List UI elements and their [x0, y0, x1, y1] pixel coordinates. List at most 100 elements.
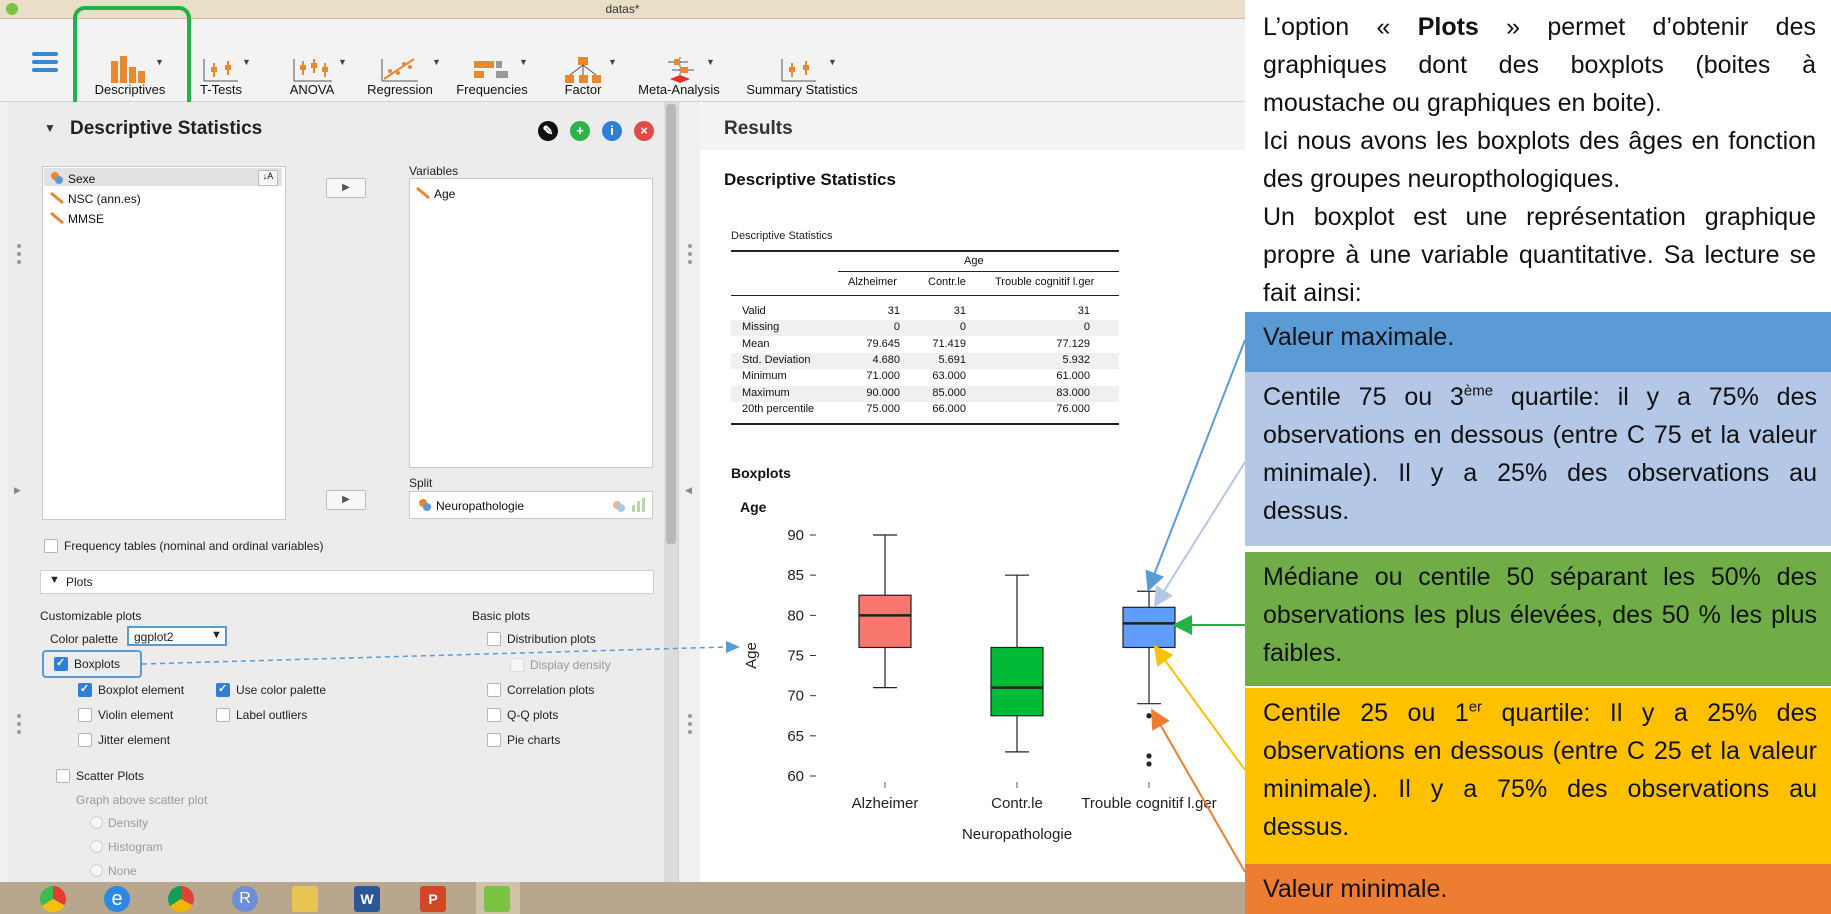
- chrome-like-icon[interactable]: [40, 886, 66, 912]
- y-tick-label: 75: [787, 648, 804, 665]
- move-to-split-button[interactable]: ▶: [326, 490, 366, 510]
- table-cell: 31: [953, 305, 966, 317]
- table-cell: 71.419: [932, 337, 966, 350]
- ribbon-anova[interactable]: ▼ ANOVA: [282, 35, 347, 101]
- frequency-tables-checkbox[interactable]: [44, 539, 58, 553]
- expand-arrow-icon[interactable]: ▶: [14, 485, 21, 496]
- ribbon-regression[interactable]: ▼ Regression: [364, 35, 441, 101]
- histogram-radio-label: Histogram: [108, 840, 163, 854]
- word-icon[interactable]: W: [354, 886, 380, 912]
- variable-item-nsc[interactable]: NSC (ann.es): [50, 191, 141, 206]
- pie-charts-label: Pie charts: [507, 733, 561, 747]
- use-color-palette-label: Use color palette: [236, 683, 327, 697]
- use-color-palette-checkbox[interactable]: [216, 682, 230, 697]
- y-tick-label: 70: [787, 688, 804, 705]
- groups-paragraph: Ici nous avons les boxplots des âges en …: [1263, 127, 1816, 193]
- table-cell: 31: [887, 305, 900, 317]
- file-explorer-icon[interactable]: [292, 886, 318, 912]
- color-palette-select[interactable]: ggplot2 ▼: [127, 626, 227, 646]
- table-cell: 76.000: [1056, 402, 1090, 415]
- color-palette-label: Color palette: [50, 632, 119, 646]
- display-density-checkbox[interactable]: [510, 658, 524, 672]
- scatter-plots-checkbox[interactable]: [56, 769, 70, 783]
- variable-item-mmse[interactable]: MMSE: [50, 211, 104, 226]
- violin-element-checkbox[interactable]: [78, 708, 92, 722]
- boxplot-element-checkbox[interactable]: [78, 682, 92, 697]
- none-radio-label: None: [108, 864, 137, 878]
- display-density-label: Display density: [530, 658, 611, 672]
- table-bottom-rule: [731, 423, 1119, 426]
- distribution-plots-label: Distribution plots: [507, 632, 596, 646]
- density-radio-label: Density: [108, 816, 149, 830]
- qq-plots-checkbox[interactable]: [487, 708, 501, 722]
- violin-element-label: Violin element: [98, 708, 174, 722]
- powerpoint-icon[interactable]: P: [420, 886, 446, 912]
- descriptives-highlight-frame: [73, 6, 191, 114]
- collapse-triangle-icon[interactable]: ▼: [44, 121, 56, 135]
- table-cell: 31: [1077, 305, 1090, 317]
- collapse-arrow-icon[interactable]: ◀: [685, 485, 692, 496]
- q1-text: Centile 25 ou 1er quartile: Il y a 25% d…: [1263, 698, 1817, 841]
- basic-plots-label: Basic plots: [472, 609, 531, 623]
- boxplot-chart: Age 60 65 70 75 80 85 90 Age Alzheimer Contr.le Tro…: [740, 499, 1217, 843]
- split-variable-item[interactable]: Neuropathologie: [418, 498, 524, 513]
- data-panel-collapsed[interactable]: ▶: [8, 102, 31, 882]
- pie-charts-checkbox[interactable]: [487, 733, 501, 747]
- info-icon[interactable]: i: [602, 121, 622, 141]
- variables-list[interactable]: [409, 178, 653, 468]
- correlation-plots-checkbox[interactable]: [487, 683, 501, 697]
- jasp-window: datas* ▼ Descriptives ▼ T-Tests ▼ ANOVA …: [0, 0, 1245, 914]
- table-col-header: Alzheimer: [848, 276, 897, 288]
- plots-section-header[interactable]: [40, 570, 654, 594]
- label-outliers-label: Label outliers: [236, 708, 308, 722]
- jasp-icon[interactable]: [484, 886, 510, 912]
- ribbon-frequencies[interactable]: ▼ Frequencies: [454, 35, 530, 101]
- ribbon-factor[interactable]: ▼ Factor: [562, 35, 617, 101]
- q1-box: Centile 25 ou 1er quartile: Il y a 25% d…: [1245, 688, 1831, 864]
- r-icon[interactable]: R: [232, 886, 258, 912]
- boxplots-checkbox[interactable]: [54, 656, 68, 671]
- label-outliers-checkbox[interactable]: [216, 708, 230, 722]
- ribbon-meta-analysis[interactable]: ▼ Meta-Analysis: [636, 35, 722, 101]
- edit-title-icon[interactable]: ✎: [538, 121, 558, 141]
- none-radio[interactable]: [90, 864, 103, 877]
- ribbon-t-tests[interactable]: ▼ T-Tests: [196, 35, 251, 101]
- histogram-radio[interactable]: [90, 840, 103, 853]
- jitter-element-checkbox[interactable]: [78, 733, 92, 747]
- scatter-plots-label: Scatter Plots: [76, 769, 145, 783]
- table-row-label: Missing: [742, 321, 780, 334]
- results-splitter[interactable]: ◀: [678, 102, 701, 882]
- panel-scrollbar-thumb[interactable]: [666, 104, 676, 544]
- intro-paragraph: L’option « Plots » permet d’obtenir des …: [1263, 13, 1816, 117]
- chart-title: Age: [740, 499, 767, 515]
- add-analysis-icon[interactable]: +: [570, 121, 590, 141]
- outlier-point: [1146, 761, 1152, 767]
- collapse-triangle-icon[interactable]: ▼: [49, 574, 60, 586]
- y-tick-label: 65: [787, 728, 804, 745]
- x-axis-label: Neuropathologie: [962, 826, 1072, 843]
- table-cell: 0: [893, 321, 900, 334]
- q3-box: Centile 75 ou 3ème quartile: il y a 75% …: [1245, 372, 1831, 546]
- distribution-plots-checkbox[interactable]: [487, 632, 501, 646]
- density-radio[interactable]: [90, 816, 103, 829]
- table-row-label: Valid: [742, 305, 766, 317]
- results-title: Results: [724, 118, 793, 139]
- ribbon-summary-statistics[interactable]: ▼ Summary Statistics: [740, 35, 864, 101]
- variable-item-age[interactable]: Age: [416, 186, 455, 201]
- results-section-title[interactable]: Descriptive Statistics: [724, 170, 896, 190]
- internet-explorer-icon[interactable]: e: [104, 886, 130, 912]
- variable-item-sexe[interactable]: Sexe: [50, 171, 95, 186]
- boxplots-label: Boxplots: [74, 657, 121, 671]
- close-analysis-icon[interactable]: ×: [634, 121, 654, 141]
- explanation-text: L’option « Plots » permet d’obtenir des …: [1263, 8, 1816, 312]
- chrome-icon[interactable]: [168, 886, 194, 912]
- move-to-variables-button[interactable]: ▶: [326, 178, 366, 198]
- table-row-label: Mean: [742, 337, 770, 350]
- box-2: [990, 646, 1044, 717]
- box-1: [858, 594, 912, 649]
- sort-icon[interactable]: ↓A: [258, 170, 278, 186]
- table-cell: 71.000: [866, 370, 900, 383]
- scale-icon: [50, 211, 64, 225]
- table-cell: 0: [1083, 321, 1090, 334]
- table-cell: 0: [959, 321, 966, 334]
